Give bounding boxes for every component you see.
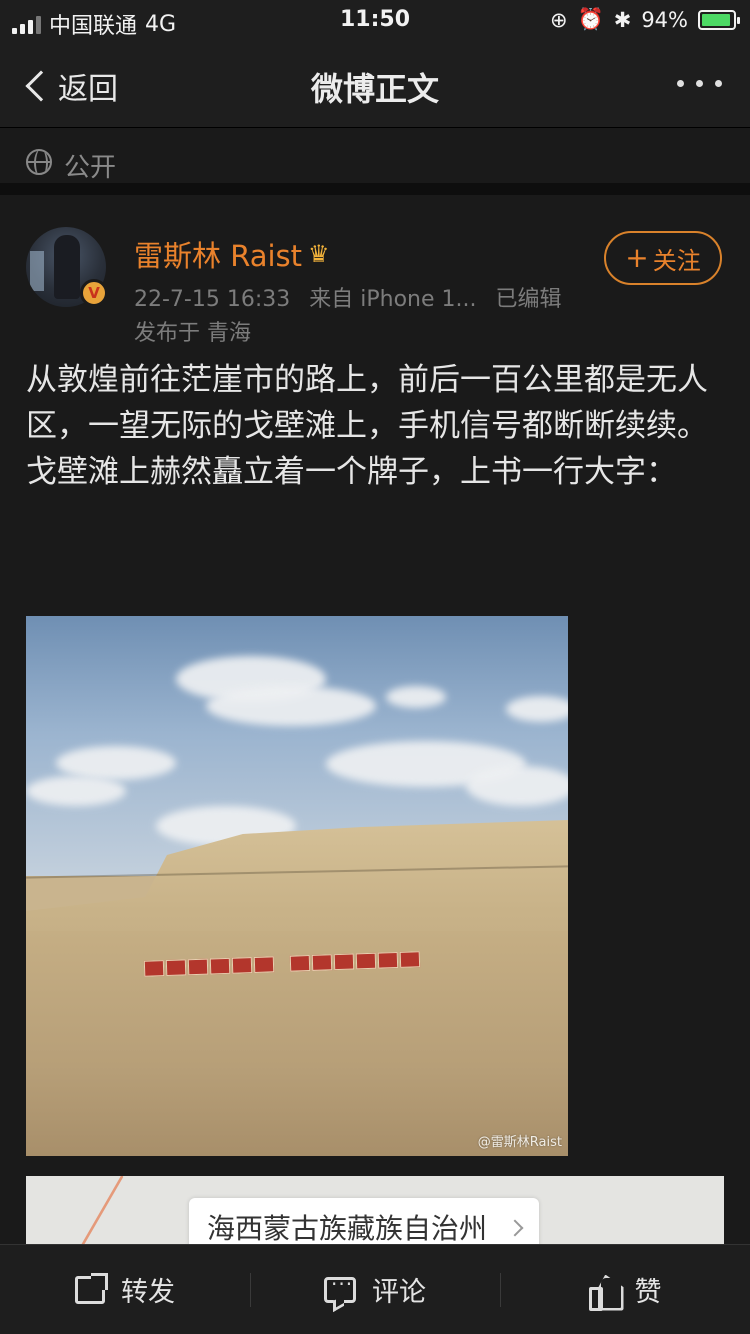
visibility-label: 公开 (64, 153, 117, 183)
page-title: 微博正文 (310, 70, 439, 108)
follow-label: 关注 (652, 246, 701, 275)
crown-icon: ♛ (308, 240, 330, 268)
thumbs-up-icon (588, 1275, 619, 1311)
battery-fill (702, 13, 731, 26)
photo-cloud (466, 766, 568, 806)
like-button[interactable]: 赞 (500, 1245, 750, 1334)
status-bar-right: ⊕ ⏰ ✱ 94% (549, 7, 740, 32)
post-source: 来自 iPhone 1... (309, 287, 477, 312)
post-body: 从敦煌前往茫崖市的路上，前后一百公里都是无人区，一望无际的戈壁滩上，手机信号都断… (26, 357, 726, 495)
post-timestamp: 22-7-15 16:33 (134, 287, 291, 312)
more-button[interactable] (677, 80, 722, 87)
bottom-toolbar: 转发 评论 赞 (0, 1244, 750, 1334)
post-location: 发布于 青海 (134, 321, 251, 346)
plus-icon: + (625, 241, 649, 274)
more-dot-icon (715, 80, 722, 87)
map-place-label[interactable]: 海西蒙古族藏族自治州 (189, 1198, 540, 1244)
comment-label: 评论 (372, 1277, 426, 1308)
battery-percent: 94% (641, 7, 688, 32)
visibility-row: 公开 (0, 129, 750, 195)
chevron-right-icon (506, 1219, 524, 1237)
photo-cloud (26, 776, 126, 806)
photo-watermark: @雷斯林Raist (477, 1135, 562, 1150)
alarm-icon: ⏰ (577, 7, 604, 31)
more-dot-icon (677, 80, 684, 87)
bluetooth-icon: ✱ (613, 7, 632, 32)
photo-cloud (506, 696, 568, 722)
comment-button[interactable]: 评论 (250, 1245, 500, 1334)
share-icon (75, 1272, 108, 1304)
map-place-name: 海西蒙古族藏族自治州 (207, 1212, 488, 1244)
avatar-figure (54, 235, 80, 299)
photo-cloud (56, 746, 176, 780)
nav-bar: 返回 微博正文 (0, 42, 750, 128)
more-dot-icon (696, 80, 703, 87)
post-card: V 雷斯林 Raist ♛ 22-7-15 16:33 来自 iPhone 1.… (0, 207, 750, 1244)
rotation-lock-icon: ⊕ (549, 7, 568, 32)
author-name-text: 雷斯林 Raist (134, 239, 303, 273)
globe-icon (26, 149, 52, 175)
like-label: 赞 (634, 1277, 662, 1308)
follow-button[interactable]: + 关注 (604, 231, 722, 285)
status-bar: 中国联通 4G 11:50 ⊕ ⏰ ✱ 94% (0, 0, 750, 42)
location-map-card[interactable]: 海西蒙古族藏族自治州 (26, 1176, 724, 1244)
repost-button[interactable]: 转发 (0, 1245, 250, 1334)
post-paragraph: 从敦煌前往茫崖市的路上，前后一百公里都是无人区，一望无际的戈壁滩上，手机信号都断… (26, 362, 708, 444)
post-edited-label[interactable]: 已编辑 (496, 287, 562, 312)
repost-label: 转发 (121, 1277, 175, 1308)
comment-icon (324, 1272, 356, 1303)
photo-cloud (386, 686, 446, 708)
photo-cloud (206, 686, 376, 726)
avatar-background-light (30, 251, 44, 291)
verified-badge: V (80, 279, 108, 307)
post-meta: 22-7-15 16:33 来自 iPhone 1... 已编辑 (134, 281, 562, 313)
post-photo[interactable]: @雷斯林Raist (26, 616, 568, 1156)
post-paragraph: 戈壁滩上赫然矗立着一个牌子，上书一行大字： (26, 454, 677, 490)
author-name[interactable]: 雷斯林 Raist ♛ (134, 233, 330, 275)
battery-icon (698, 9, 740, 30)
